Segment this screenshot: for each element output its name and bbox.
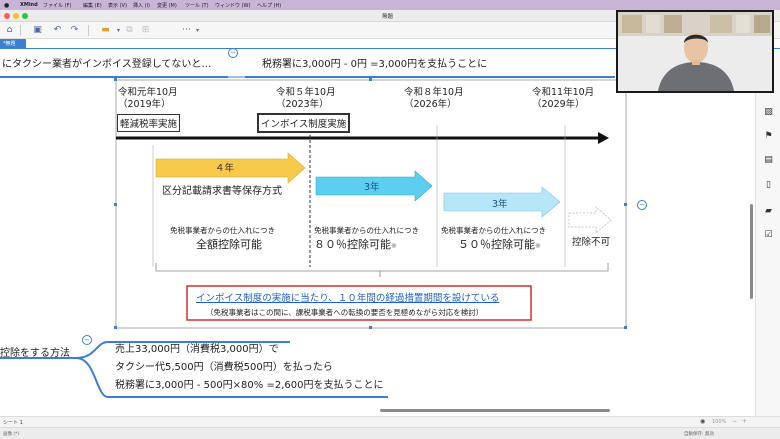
selection-handle[interactable]: [369, 78, 372, 81]
asterisk-note: ※: [391, 242, 397, 250]
col4-big-text: 控除不可: [572, 237, 611, 248]
autosave-status: 自動保存: 無効: [684, 432, 714, 437]
invoice-system-label: インボイス制度実施: [257, 113, 351, 133]
reduced-tax-rate-label: 軽減税率実施: [117, 114, 181, 132]
topic-taxi-no-invoice[interactable]: にタクシー業者がインボイス登録してないと…: [2, 55, 211, 70]
zoom-window-button[interactable]: [22, 13, 28, 19]
zoom-out-icon[interactable]: −: [732, 418, 737, 425]
comment-icon[interactable]: ▰: [763, 206, 774, 217]
tab-untitled[interactable]: *無題: [0, 39, 26, 49]
mac-menu-bar: ● XMind ファイル (F) 編集 (E) 表示 (V) 挿入 (I) 変更…: [0, 0, 780, 10]
bottom-left-label: 画像 (*): [3, 432, 20, 437]
mindmap-canvas[interactable]: − − − にタクシー業者がインボイス登録してないと… 税務署に3,000円 -…: [0, 49, 755, 416]
vertical-scrollbar[interactable]: [750, 204, 753, 299]
arrow2-years-label: 3年: [364, 182, 380, 193]
date-2023: 令和５年10月 （2023年）: [276, 87, 336, 111]
window-title: 無題: [382, 14, 394, 20]
status-bar: シート 1 ◉ 100% − +: [0, 416, 780, 427]
col3-big-label: ５０％控除可能: [458, 238, 535, 251]
paste-style-icon[interactable]: ⊞: [140, 25, 151, 36]
menu-modify[interactable]: 変更 (M): [157, 2, 177, 9]
format-painter-icon[interactable]: ▬: [100, 25, 111, 36]
arrow3-years-label: 3年: [492, 199, 508, 210]
asterisk-note: ※: [535, 242, 541, 250]
date-label: 令和11年10月: [532, 87, 595, 98]
minimize-window-button[interactable]: [13, 13, 19, 19]
selection-handle[interactable]: [114, 203, 117, 206]
timeline-arrow-head: [598, 132, 609, 144]
webcam-overlay: [616, 10, 774, 93]
menu-help[interactable]: ヘルプ (H): [257, 2, 281, 9]
collapse-toggle-button[interactable]: −: [82, 335, 92, 345]
calc-line-1: 売上33,000円（消費税3,000円）で: [115, 344, 279, 355]
save-icon[interactable]: ▣: [32, 25, 43, 36]
calc-line-2: タクシー代5,500円（消費税500円）を払ったら: [115, 362, 333, 373]
presenter-video: [618, 12, 772, 91]
col2-small-text: 免税事業者からの仕入れにつき: [314, 226, 419, 235]
date-label: 令和５年10月: [276, 87, 336, 98]
horizontal-scrollbar[interactable]: [380, 409, 610, 412]
arrow-no-deduction: [568, 206, 612, 234]
calc-line-3: 税務署に3,000円 - 500円×80% =2,600円を支払うことに: [115, 380, 384, 391]
menu-edit[interactable]: 編集 (E): [83, 2, 102, 9]
topic-calculation[interactable]: 売上33,000円（消費税3,000円）で タクシー代5,500円（消費税500…: [115, 341, 383, 395]
zoom-level[interactable]: 100%: [712, 419, 726, 425]
year-label: （2029年）: [532, 99, 585, 110]
selection-handle[interactable]: [624, 203, 627, 206]
selection-handle[interactable]: [624, 326, 627, 329]
arrow1-years-label: ４年: [215, 163, 235, 174]
document-icon[interactable]: ▯: [763, 180, 774, 191]
menu-view[interactable]: 表示 (V): [108, 2, 127, 9]
menu-window[interactable]: ウィンドウ (W): [215, 2, 250, 9]
undo-icon[interactable]: ↶: [52, 25, 63, 36]
eye-icon[interactable]: ◉: [700, 418, 705, 425]
year-label: （2026年）: [404, 99, 457, 110]
chevron-down-icon[interactable]: ▾: [192, 25, 203, 36]
toolbar-divider: [20, 25, 21, 36]
col1-big-text: 全額控除可能: [196, 238, 262, 251]
menu-file[interactable]: ファイル (F): [43, 2, 71, 9]
arrow1-caption: 区分記載請求書等保存方式: [162, 186, 282, 197]
apple-icon[interactable]: ●: [4, 2, 9, 9]
selection-handle[interactable]: [369, 326, 372, 329]
toolbar-divider: [88, 25, 89, 36]
date-2029: 令和11年10月 （2029年）: [532, 87, 594, 111]
year-label: （2019年）: [118, 99, 171, 110]
flag-icon[interactable]: ⚑: [763, 131, 774, 142]
date-2019: 令和元年10月 （2019年）: [118, 87, 178, 111]
col1-small-text: 免税事業者からの仕入れにつき: [170, 226, 275, 235]
topic-tax-payment-3000[interactable]: 税務署に3,000円 - 0円 =3,000円を支払うことに: [262, 55, 487, 70]
redo-icon[interactable]: ↷: [69, 25, 80, 36]
image-icon[interactable]: ▨: [763, 107, 774, 118]
selection-handle[interactable]: [114, 78, 117, 81]
right-sidebar: ▨ ⚑ ▤ ▯ ▰ ☑: [755, 49, 780, 416]
home-icon[interactable]: ⌂: [4, 25, 15, 36]
menu-tools[interactable]: ツール (T): [185, 2, 209, 9]
notice-title: インボイス制度の実施に当たり、１０年間の経過措置期間を設けている: [196, 293, 500, 304]
bottom-bar: 画像 (*) 自動保存: 無効: [0, 427, 780, 439]
selection-handle[interactable]: [114, 326, 117, 329]
close-window-button[interactable]: [4, 13, 10, 19]
sheet-tab[interactable]: シート 1: [3, 419, 23, 426]
menu-insert[interactable]: 挿入 (I): [133, 2, 150, 9]
collapse-toggle-button[interactable]: −: [637, 200, 647, 210]
zoom-in-icon[interactable]: +: [742, 418, 747, 425]
more-icon[interactable]: ⋯: [181, 25, 192, 36]
year-label: （2023年）: [276, 99, 329, 110]
col2-big-label: ８０％控除可能: [314, 238, 391, 251]
task-icon[interactable]: ☑: [763, 230, 774, 241]
date-label: 令和８年10月: [404, 87, 464, 98]
outline-icon[interactable]: ▤: [763, 155, 774, 166]
menu-app-name[interactable]: XMind: [20, 2, 38, 8]
col3-small-text: 免税事業者からの仕入れにつき: [441, 226, 546, 235]
topic-deduction-method[interactable]: 控除をする方法: [0, 344, 70, 359]
col3-big-text: ５０％控除可能※: [458, 236, 541, 252]
bracket: [155, 263, 609, 272]
date-2026: 令和８年10月 （2026年）: [404, 87, 464, 111]
col2-big-text: ８０％控除可能※: [314, 236, 397, 252]
copy-style-icon[interactable]: ⧉: [124, 25, 135, 36]
chevron-down-icon[interactable]: ▾: [113, 25, 124, 36]
notice-subtitle: （免税事業者はこの間に、課税事業者への転換の要否を見極めながら対応を検討）: [206, 308, 484, 317]
date-label: 令和元年10月: [118, 87, 178, 98]
